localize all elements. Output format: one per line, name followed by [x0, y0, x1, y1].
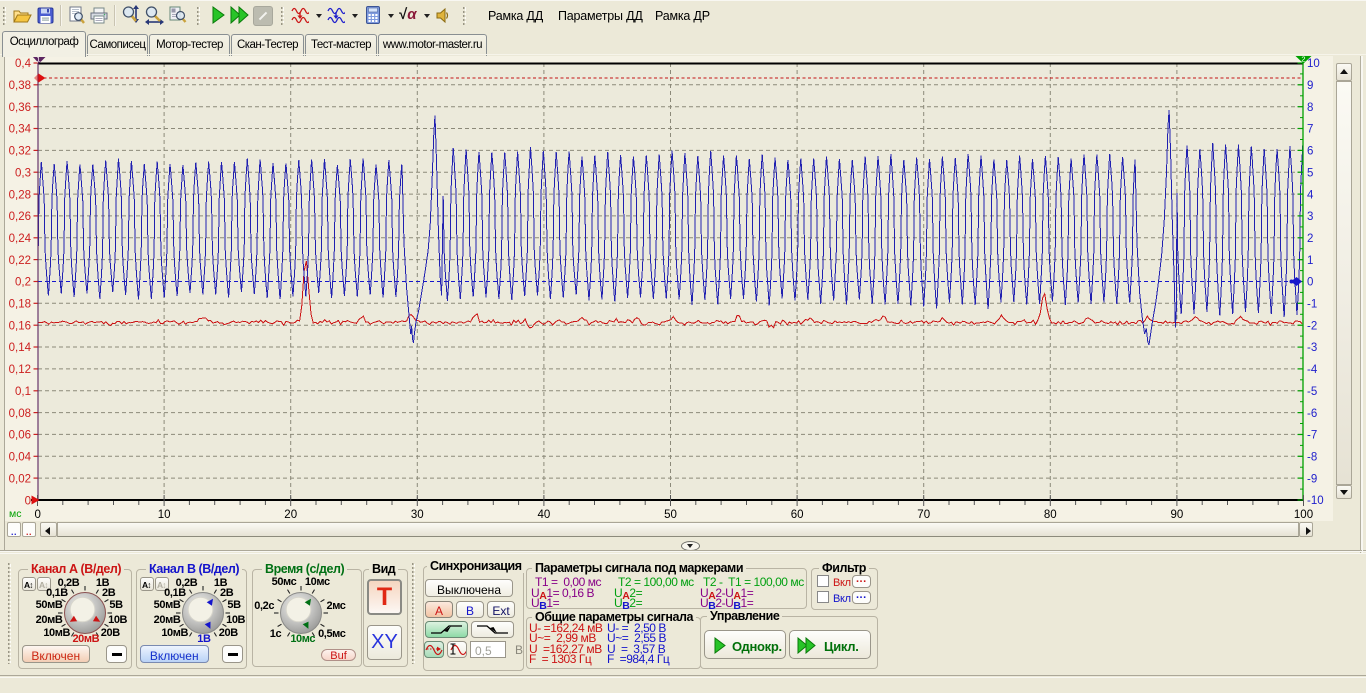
- svg-text:-1: -1: [1307, 299, 1317, 311]
- svg-text:2: 2: [1301, 55, 1305, 64]
- svg-text:70: 70: [917, 509, 930, 521]
- svg-text:0,22: 0,22: [9, 255, 31, 267]
- svg-text:0,38: 0,38: [9, 80, 31, 92]
- svg-text:50: 50: [664, 509, 677, 521]
- svg-text:1: 1: [1307, 255, 1313, 267]
- svg-text:-2: -2: [1307, 320, 1317, 332]
- svg-text:10: 10: [1307, 58, 1320, 70]
- svg-text:-10: -10: [1307, 495, 1324, 507]
- svg-text:6: 6: [1307, 146, 1313, 158]
- svg-text:0,18: 0,18: [9, 299, 31, 311]
- svg-text:20: 20: [284, 509, 297, 521]
- svg-text:80: 80: [1044, 509, 1057, 521]
- svg-text:-6: -6: [1307, 408, 1317, 420]
- svg-text:0,04: 0,04: [9, 452, 32, 464]
- svg-text:60: 60: [791, 509, 804, 521]
- svg-text:0,2: 0,2: [15, 277, 31, 289]
- svg-text:90: 90: [1171, 509, 1184, 521]
- svg-text:5: 5: [1307, 168, 1313, 180]
- svg-text:0: 0: [25, 496, 31, 508]
- svg-text:0: 0: [1307, 277, 1313, 289]
- svg-text:0,24: 0,24: [9, 233, 32, 245]
- svg-text:3: 3: [1307, 211, 1313, 223]
- svg-text:10: 10: [158, 509, 171, 521]
- svg-text:0,32: 0,32: [9, 146, 31, 158]
- svg-text:0,16: 0,16: [9, 320, 31, 332]
- svg-text:4: 4: [1307, 189, 1314, 201]
- svg-text:-4: -4: [1307, 364, 1318, 376]
- svg-text:0,12: 0,12: [9, 364, 31, 376]
- svg-text:-7: -7: [1307, 430, 1317, 442]
- svg-text:0,28: 0,28: [9, 189, 31, 201]
- svg-text:0,06: 0,06: [9, 430, 31, 442]
- svg-text:0,02: 0,02: [9, 473, 31, 485]
- svg-text:-5: -5: [1307, 386, 1317, 398]
- svg-text:-9: -9: [1307, 473, 1317, 485]
- svg-text:100: 100: [1294, 509, 1313, 521]
- svg-text:9: 9: [1307, 80, 1313, 92]
- svg-text:0,34: 0,34: [9, 124, 32, 136]
- svg-text:мс: мс: [9, 508, 21, 520]
- svg-text:0,3: 0,3: [15, 168, 31, 180]
- svg-text:0,26: 0,26: [9, 211, 31, 223]
- svg-text:0,1: 0,1: [15, 386, 31, 398]
- svg-text:0,08: 0,08: [9, 408, 31, 420]
- svg-text:0,36: 0,36: [9, 102, 31, 114]
- svg-text:7: 7: [1307, 124, 1313, 136]
- svg-text:0,14: 0,14: [9, 342, 32, 354]
- svg-text:0: 0: [35, 509, 41, 521]
- svg-text:2: 2: [1307, 233, 1313, 245]
- svg-text:8: 8: [1307, 102, 1313, 114]
- svg-text:30: 30: [411, 509, 424, 521]
- svg-text:0,4: 0,4: [15, 58, 32, 70]
- svg-text:-8: -8: [1307, 452, 1317, 464]
- svg-text:-3: -3: [1307, 342, 1317, 354]
- svg-text:40: 40: [538, 509, 551, 521]
